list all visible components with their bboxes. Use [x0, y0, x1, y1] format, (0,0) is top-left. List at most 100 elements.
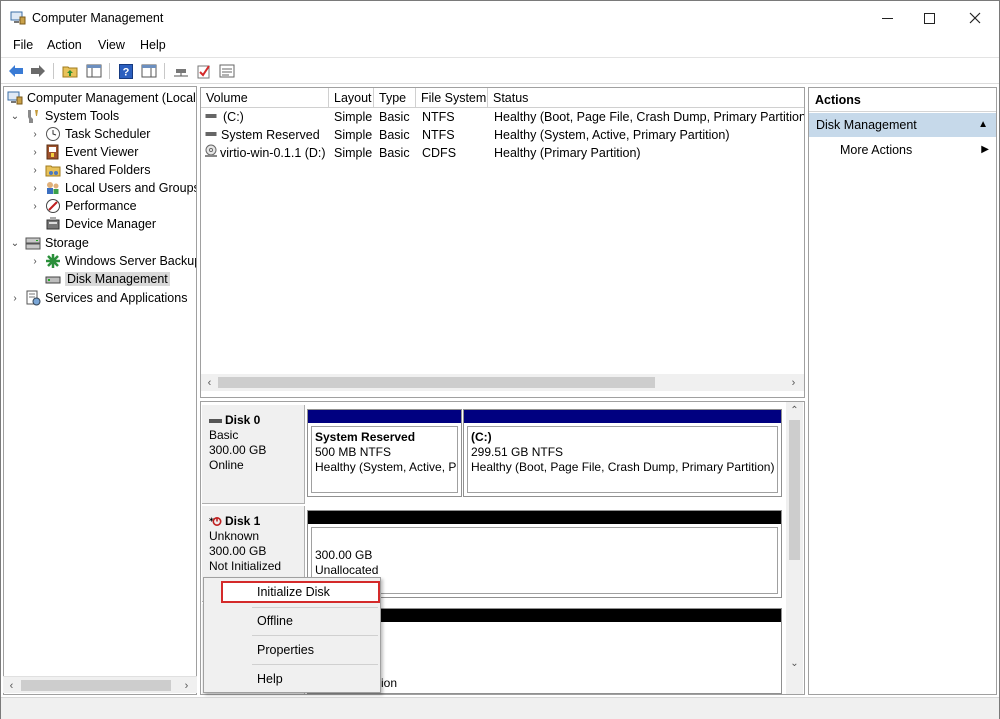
tree-item-label: System Tools: [45, 109, 120, 123]
show-hide-action-pane-button[interactable]: [140, 62, 158, 80]
close-button[interactable]: [952, 1, 998, 35]
tree-item-label: Performance: [65, 199, 137, 213]
tree-item-label: Device Manager: [65, 217, 157, 231]
tree-item-windows-server-backup[interactable]: › Windows Server Backup: [29, 252, 197, 270]
unallocated-bar: [308, 511, 781, 524]
tree-root-computer-management[interactable]: Computer Management (Local: [7, 89, 196, 107]
column-header-type[interactable]: Type: [374, 88, 416, 108]
checklist-icon: [197, 64, 210, 78]
tree-item-task-scheduler[interactable]: › Task Scheduler: [29, 125, 150, 143]
tree-item-label: Windows Server Backup: [65, 254, 197, 268]
shared-folders-icon: [45, 162, 61, 178]
disk-type: Unknown: [209, 529, 260, 543]
system-tools-icon: [25, 108, 41, 124]
toolbar-separator: [53, 63, 54, 79]
menu-help[interactable]: Help: [140, 38, 166, 52]
volume-status: Healthy (System, Active, Primary Partiti…: [494, 128, 730, 142]
tree-item-shared-folders[interactable]: › Shared Folders: [29, 161, 150, 179]
more-actions-item[interactable]: More Actions ▶: [809, 140, 996, 160]
scroll-down-icon[interactable]: ⌄: [786, 655, 803, 672]
console-tree: Computer Management (Local ⌄ System Tool…: [3, 86, 197, 695]
partition-status: Healthy (System, Active, P: [315, 460, 457, 474]
context-menu-initialize-disk[interactable]: Initialize Disk: [221, 581, 380, 603]
help-button[interactable]: ?: [117, 62, 135, 80]
show-hide-tree-icon: [86, 64, 102, 78]
collapsed-chevron-icon[interactable]: ›: [29, 146, 41, 158]
tree-item-label: Disk Management: [65, 272, 170, 286]
scroll-left-icon[interactable]: ‹: [201, 374, 218, 391]
menu-file[interactable]: File: [13, 38, 33, 52]
actions-pane: Actions Disk Management ▲ More Actions ▶: [808, 87, 997, 695]
connect-button[interactable]: [172, 62, 190, 80]
tree-item-system-tools[interactable]: ⌄ System Tools: [9, 107, 119, 125]
connect-icon: [174, 69, 188, 77]
table-row[interactable]: System Reserved Simple Basic NTFS Health…: [201, 126, 804, 144]
tree-item-performance[interactable]: › Performance: [29, 197, 137, 215]
minimize-button[interactable]: [864, 1, 910, 35]
collapse-up-icon[interactable]: ▲: [978, 113, 988, 137]
column-header-status[interactable]: Status: [488, 88, 804, 108]
tree-item-local-users-and-groups[interactable]: › Local Users and Groups: [29, 179, 196, 197]
collapsed-chevron-icon[interactable]: ›: [9, 292, 21, 304]
disk-state: Not Initialized: [209, 559, 282, 573]
volume-status: Healthy (Primary Partition): [494, 146, 641, 160]
volume-layout: Simple: [334, 128, 373, 142]
scroll-right-icon[interactable]: ›: [178, 677, 195, 694]
scroll-up-icon[interactable]: ⌃: [786, 402, 803, 419]
toolbar-separator: [164, 63, 165, 79]
disk-management-icon: [45, 271, 61, 287]
partition-size: 500 MB NTFS: [315, 445, 392, 459]
context-menu-offline[interactable]: Offline: [221, 610, 380, 632]
check-button[interactable]: [195, 62, 213, 80]
context-menu-help[interactable]: Help: [221, 668, 380, 690]
disk-size: 300.00 GB: [209, 443, 267, 457]
tree-item-device-manager[interactable]: Device Manager: [45, 215, 156, 233]
scrollbar-thumb[interactable]: [789, 420, 800, 560]
maximize-button[interactable]: [906, 1, 952, 35]
forward-arrow-icon: [31, 65, 45, 77]
table-row[interactable]: virtio-win-0.1.1 (D:) Simple Basic CDFS …: [201, 144, 804, 162]
forward-button[interactable]: [29, 62, 47, 80]
scroll-right-icon[interactable]: ›: [785, 374, 802, 391]
volume-layout: Simple: [334, 110, 373, 124]
context-menu-properties[interactable]: Properties: [221, 639, 380, 661]
scrollbar-thumb[interactable]: [218, 377, 655, 388]
tree-item-disk-management[interactable]: Disk Management: [45, 270, 170, 288]
up-one-level-button[interactable]: [61, 62, 79, 80]
list-view-button[interactable]: [218, 62, 236, 80]
cd-drive-icon: [204, 144, 218, 161]
column-header-volume[interactable]: Volume: [201, 88, 329, 108]
expanded-chevron-icon[interactable]: ⌄: [9, 237, 21, 249]
disk-0-label[interactable]: Disk 0 Basic 300.00 GB Online: [202, 405, 305, 504]
scroll-left-icon[interactable]: ‹: [3, 677, 20, 694]
partition-c-drive[interactable]: (C:) 299.51 GB NTFS Healthy (Boot, Page …: [463, 409, 782, 497]
volume-name: (C:): [223, 110, 244, 124]
expanded-chevron-icon[interactable]: ⌄: [9, 110, 21, 122]
partition-system-reserved[interactable]: System Reserved 500 MB NTFS Healthy (Sys…: [307, 409, 462, 497]
collapsed-chevron-icon[interactable]: ›: [29, 200, 41, 212]
volume-type: Basic: [379, 146, 410, 160]
tree-item-event-viewer[interactable]: › Event Viewer: [29, 143, 138, 161]
collapsed-chevron-icon[interactable]: ›: [29, 128, 41, 140]
tree-horizontal-scrollbar[interactable]: ‹ ›: [3, 676, 197, 693]
menu-view[interactable]: View: [98, 38, 125, 52]
tree-item-services-and-applications[interactable]: › Services and Applications: [9, 289, 187, 307]
menu-action[interactable]: Action: [47, 38, 82, 52]
collapsed-chevron-icon[interactable]: ›: [29, 255, 41, 267]
table-row[interactable]: (C:) Simple Basic NTFS Healthy (Boot, Pa…: [201, 108, 804, 126]
computer-management-icon: [7, 90, 23, 106]
column-header-layout[interactable]: Layout: [329, 88, 374, 108]
actions-section-disk-management[interactable]: Disk Management ▲: [809, 113, 996, 137]
back-button[interactable]: [7, 62, 25, 80]
tree-item-storage[interactable]: ⌄ Storage: [9, 234, 89, 252]
partition-status: Healthy (Boot, Page File, Crash Dump, Pr…: [471, 460, 775, 474]
column-header-file-system[interactable]: File System: [416, 88, 488, 108]
scrollbar-thumb[interactable]: [21, 680, 171, 691]
collapsed-chevron-icon[interactable]: ›: [29, 164, 41, 176]
disk-view-vertical-scrollbar[interactable]: ⌃ ⌄: [786, 402, 803, 694]
volume-list-horizontal-scrollbar[interactable]: ‹ ›: [201, 374, 804, 391]
show-hide-console-tree-button[interactable]: [85, 62, 103, 80]
partition-title: System Reserved: [315, 430, 416, 444]
volume-icon: [205, 110, 217, 124]
collapsed-chevron-icon[interactable]: ›: [29, 182, 41, 194]
